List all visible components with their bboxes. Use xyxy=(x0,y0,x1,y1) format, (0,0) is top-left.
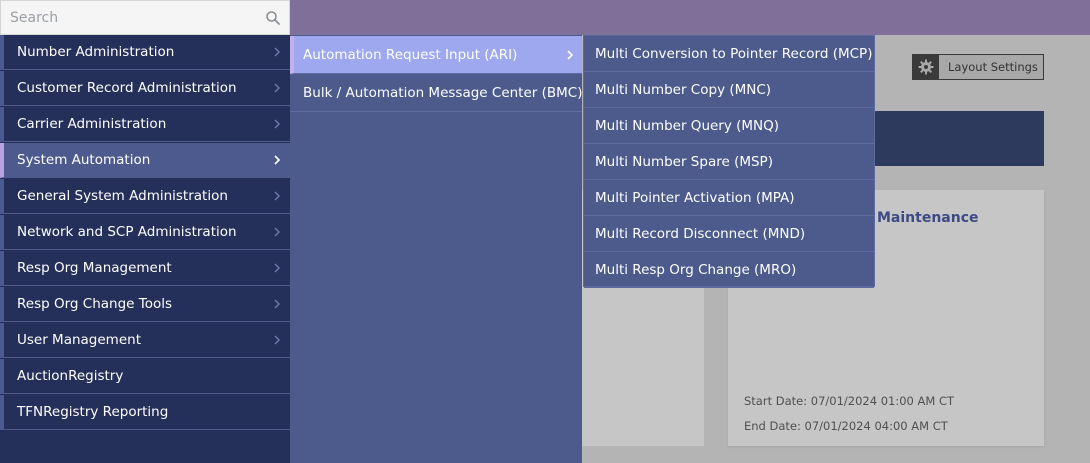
chevron-right-icon xyxy=(274,335,280,345)
chevron-right-icon xyxy=(274,263,280,273)
ari-item-label: Multi Resp Org Change (MRO) xyxy=(595,261,797,278)
ari-submenu: Multi Conversion to Pointer Record (MCP)… xyxy=(583,35,875,288)
ari-item-mnc[interactable]: Multi Number Copy (MNC) xyxy=(584,72,874,108)
ari-item-msp[interactable]: Multi Number Spare (MSP) xyxy=(584,144,874,180)
menu-item-resp-org-management[interactable]: Resp Org Management xyxy=(0,251,290,286)
menu-item-label: TFNRegistry Reporting xyxy=(17,404,169,420)
gear-icon xyxy=(913,55,939,79)
ari-item-label: Multi Record Disconnect (MND) xyxy=(595,225,806,242)
ari-item-label: Multi Number Copy (MNC) xyxy=(595,81,772,98)
chevron-right-icon xyxy=(274,119,280,129)
chevron-right-icon xyxy=(274,83,280,93)
chevron-right-icon xyxy=(274,155,281,165)
menu-item-auction-registry[interactable]: AuctionRegistry xyxy=(0,359,290,394)
menu-item-carrier-administration[interactable]: Carrier Administration xyxy=(0,107,290,142)
search-box xyxy=(0,0,290,35)
menu-item-label: Carrier Administration xyxy=(17,116,167,132)
submenu-item-automation-request-input[interactable]: Automation Request Input (ARI) xyxy=(290,36,582,74)
menu-item-label: General System Administration xyxy=(17,188,228,204)
maintenance-card-title: Maintenance xyxy=(877,210,979,226)
menu-item-number-administration[interactable]: Number Administration xyxy=(0,35,290,70)
search-input[interactable] xyxy=(1,2,251,33)
submenu-item-bulk-automation-message-center[interactable]: Bulk / Automation Message Center (BMC) xyxy=(290,74,583,112)
chevron-right-icon xyxy=(274,47,280,57)
maintenance-end-date: End Date: 07/01/2024 04:00 AM CT xyxy=(744,419,948,433)
chevron-right-icon xyxy=(274,191,280,201)
menu-item-system-automation[interactable]: System Automation xyxy=(0,143,290,178)
chevron-right-icon xyxy=(274,227,280,237)
ari-item-label: Multi Pointer Activation (MPA) xyxy=(595,189,795,206)
search-icon[interactable] xyxy=(265,10,281,26)
main-menu: Number Administration Customer Record Ad… xyxy=(0,35,290,463)
ari-item-label: Multi Number Query (MNQ) xyxy=(595,117,780,134)
menu-item-user-management[interactable]: User Management xyxy=(0,323,290,358)
menu-item-label: Resp Org Management xyxy=(17,260,172,276)
ari-item-mcp[interactable]: Multi Conversion to Pointer Record (MCP) xyxy=(584,36,874,72)
menu-item-label: AuctionRegistry xyxy=(17,368,124,384)
chevron-right-icon xyxy=(274,299,280,309)
menu-item-label: System Automation xyxy=(17,152,151,168)
system-automation-submenu: Automation Request Input (ARI) Bulk / Au… xyxy=(290,35,583,463)
ari-item-mnd[interactable]: Multi Record Disconnect (MND) xyxy=(584,216,874,252)
ari-item-label: Multi Number Spare (MSP) xyxy=(595,153,773,170)
submenu-item-label: Bulk / Automation Message Center (BMC) xyxy=(303,84,583,101)
ari-item-mro[interactable]: Multi Resp Org Change (MRO) xyxy=(584,252,874,288)
menu-item-label: User Management xyxy=(17,332,141,348)
menu-item-label: Resp Org Change Tools xyxy=(17,296,173,312)
ari-item-mpa[interactable]: Multi Pointer Activation (MPA) xyxy=(584,180,874,216)
layout-settings-button[interactable]: Layout Settings xyxy=(912,54,1044,80)
submenu-item-label: Automation Request Input (ARI) xyxy=(303,46,518,63)
chevron-right-icon xyxy=(567,50,574,60)
ari-item-label: Multi Conversion to Pointer Record (MCP) xyxy=(595,45,873,62)
menu-item-customer-record-administration[interactable]: Customer Record Administration xyxy=(0,71,290,106)
menu-item-tfn-registry-reporting[interactable]: TFNRegistry Reporting xyxy=(0,395,290,430)
menu-item-general-system-administration[interactable]: General System Administration xyxy=(0,179,290,214)
menu-item-label: Customer Record Administration xyxy=(17,80,237,96)
menu-item-network-and-scp-administration[interactable]: Network and SCP Administration xyxy=(0,215,290,250)
menu-item-resp-org-change-tools[interactable]: Resp Org Change Tools xyxy=(0,287,290,322)
menu-item-label: Network and SCP Administration xyxy=(17,224,237,240)
layout-settings-label: Layout Settings xyxy=(948,60,1038,74)
ari-item-mnq[interactable]: Multi Number Query (MNQ) xyxy=(584,108,874,144)
menu-item-label: Number Administration xyxy=(17,44,175,60)
maintenance-start-date: Start Date: 07/01/2024 01:00 AM CT xyxy=(744,394,954,408)
